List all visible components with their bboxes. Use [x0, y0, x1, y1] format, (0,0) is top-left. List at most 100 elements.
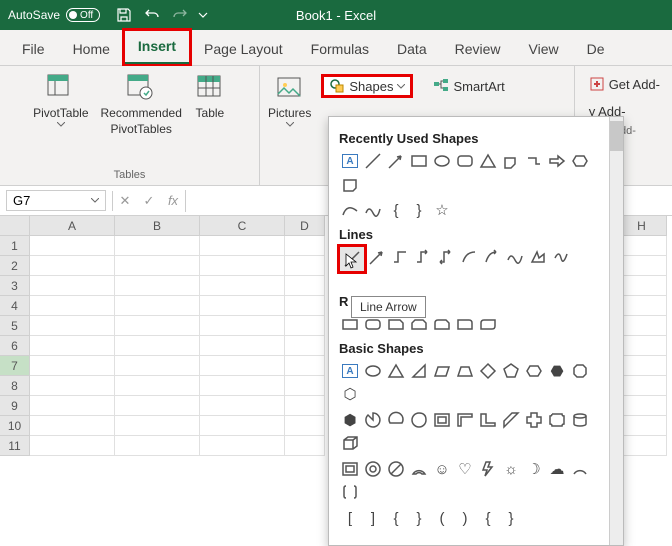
arc-icon[interactable] [569, 458, 591, 480]
cell[interactable] [617, 256, 667, 276]
right-bracket-icon[interactable]: ] [362, 507, 384, 529]
cube-icon[interactable] [339, 432, 361, 454]
cell[interactable] [115, 296, 200, 316]
cell[interactable] [30, 416, 115, 436]
triangle-icon[interactable] [477, 150, 499, 172]
scrollbar[interactable] [609, 117, 623, 545]
tab-page-layout[interactable]: Page Layout [190, 33, 297, 65]
left-bracket-icon[interactable]: [ [339, 507, 361, 529]
recommended-pivot-button[interactable]: Recommended PivotTables [101, 72, 182, 136]
tab-insert[interactable]: Insert [124, 30, 190, 65]
cell[interactable] [200, 256, 285, 276]
heart-icon[interactable]: ♡ [454, 458, 476, 480]
freeform-scribble-icon[interactable] [550, 246, 572, 268]
shape-icon[interactable] [339, 173, 361, 195]
cell[interactable] [200, 396, 285, 416]
fx-button[interactable]: fx [161, 193, 185, 208]
table-button[interactable]: Table [194, 72, 226, 120]
cell[interactable] [285, 376, 325, 396]
freeform-icon[interactable] [527, 246, 549, 268]
textbox-icon[interactable]: A [339, 360, 361, 382]
cell[interactable] [285, 256, 325, 276]
cell[interactable] [30, 396, 115, 416]
octagon-icon[interactable] [569, 360, 591, 382]
cell[interactable] [115, 396, 200, 416]
diamond-icon[interactable] [477, 360, 499, 382]
cell[interactable] [200, 336, 285, 356]
cell[interactable] [617, 236, 667, 256]
l-shape-icon[interactable] [477, 409, 499, 431]
right-triangle-icon[interactable] [408, 360, 430, 382]
cell[interactable] [285, 296, 325, 316]
enter-formula-icon[interactable]: ✓ [137, 193, 161, 209]
right-arrow-icon[interactable] [546, 150, 568, 172]
right-brace-icon[interactable]: } [408, 199, 430, 221]
tab-developer[interactable]: De [573, 33, 619, 65]
cell[interactable] [285, 236, 325, 256]
cell[interactable] [30, 376, 115, 396]
connector-icon[interactable] [523, 150, 545, 172]
row-header[interactable]: 2 [0, 256, 30, 276]
parallelogram-icon[interactable] [431, 360, 453, 382]
cell[interactable] [617, 296, 667, 316]
connector-icon[interactable] [389, 246, 411, 268]
cell[interactable] [115, 376, 200, 396]
double-elbow-icon[interactable] [435, 246, 457, 268]
left-brace-icon[interactable]: { [385, 199, 407, 221]
cell[interactable] [30, 316, 115, 336]
cell[interactable] [285, 436, 325, 456]
row-header[interactable]: 11 [0, 436, 30, 456]
cell[interactable] [285, 316, 325, 336]
no-symbol-icon[interactable] [385, 458, 407, 480]
row-header[interactable]: 6 [0, 336, 30, 356]
snip-round-icon[interactable] [431, 313, 453, 335]
cell[interactable] [617, 316, 667, 336]
half-frame-icon[interactable] [454, 409, 476, 431]
pivottable-button[interactable]: PivotTable [33, 72, 88, 127]
cancel-formula-icon[interactable]: ✕ [113, 193, 137, 209]
donut-icon[interactable] [362, 458, 384, 480]
lightning-icon[interactable] [477, 458, 499, 480]
scribble-icon[interactable] [504, 246, 526, 268]
teardrop-icon[interactable] [408, 409, 430, 431]
tab-view[interactable]: View [515, 33, 573, 65]
tab-data[interactable]: Data [383, 33, 441, 65]
dodecagon-icon[interactable]: ⬢ [339, 409, 361, 431]
col-header[interactable]: C [200, 216, 285, 236]
bevel-icon[interactable] [339, 458, 361, 480]
cell[interactable] [285, 276, 325, 296]
row-header[interactable]: 4 [0, 296, 30, 316]
curved-connector-icon[interactable] [458, 246, 480, 268]
save-icon[interactable] [112, 3, 136, 27]
round-diag-icon[interactable] [477, 313, 499, 335]
cross-icon[interactable] [523, 409, 545, 431]
cell[interactable] [617, 416, 667, 436]
row-header[interactable]: 5 [0, 316, 30, 336]
smartart-button[interactable]: SmartArt [427, 76, 510, 96]
cell[interactable] [617, 276, 667, 296]
tab-formulas[interactable]: Formulas [297, 33, 383, 65]
row-header[interactable]: 10 [0, 416, 30, 436]
left-brace-icon[interactable]: { [385, 507, 407, 529]
pentagon-icon[interactable] [500, 360, 522, 382]
moon-icon[interactable]: ☽ [523, 458, 545, 480]
cell[interactable] [30, 256, 115, 276]
cell[interactable] [285, 416, 325, 436]
cell[interactable] [30, 336, 115, 356]
cell[interactable] [115, 436, 200, 456]
cloud-icon[interactable]: ☁ [546, 458, 568, 480]
row-header[interactable]: 7 [0, 356, 30, 376]
shapes-button[interactable]: Shapes [323, 76, 411, 96]
cell[interactable] [200, 236, 285, 256]
textbox-icon[interactable]: A [339, 150, 361, 172]
double-bracket-icon[interactable] [339, 481, 361, 503]
diag-stripe-icon[interactable] [500, 409, 522, 431]
hexagon-icon[interactable] [569, 150, 591, 172]
col-header[interactable]: B [115, 216, 200, 236]
row-header[interactable]: 8 [0, 376, 30, 396]
tab-review[interactable]: Review [441, 33, 515, 65]
smiley-icon[interactable]: ☺ [431, 458, 453, 480]
cell[interactable] [115, 256, 200, 276]
cell[interactable] [115, 336, 200, 356]
close-brace-icon[interactable]: } [500, 507, 522, 529]
